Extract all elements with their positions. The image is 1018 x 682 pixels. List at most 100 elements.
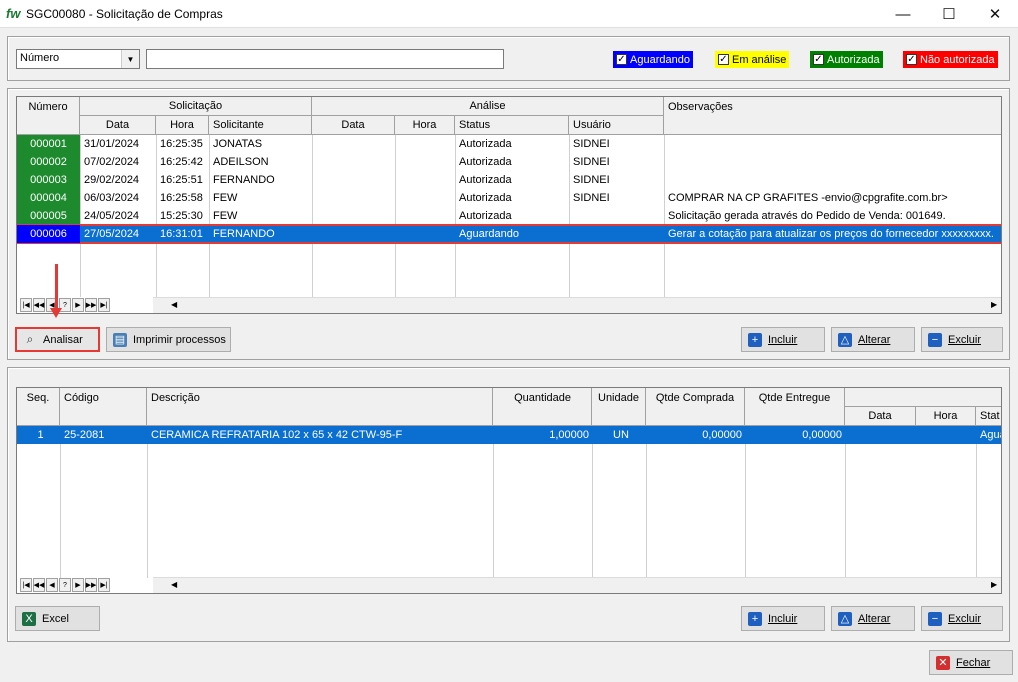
cell-date: 07/02/2024: [84, 156, 140, 168]
cell-status: Aguardando: [459, 228, 519, 240]
col-header-unit[interactable]: Unidade: [592, 388, 646, 426]
table-row[interactable]: 1 25-2081 CERAMICA REFRATARIA 102 x 65 x 4…: [17, 426, 1001, 444]
cell-a_date: [312, 225, 395, 243]
cell-unit: UN: [613, 429, 629, 441]
cell-a_date: [312, 153, 395, 171]
add-item-button[interactable]: + Incluir: [741, 606, 825, 631]
col-header-description[interactable]: Descrição: [147, 388, 493, 426]
edit-item-button[interactable]: △ Alterar: [831, 606, 915, 631]
checkbox-icon[interactable]: ✓: [616, 54, 627, 65]
cell-a_time: [395, 225, 455, 243]
nav-next-page-button[interactable]: ▶▶: [85, 298, 97, 312]
nav-prev-page-button[interactable]: ◀◀: [33, 298, 45, 312]
col-header-user[interactable]: Usuário: [569, 116, 664, 135]
edit-request-button[interactable]: △ Alterar: [831, 327, 915, 352]
table-row[interactable]: 000001 31/01/2024 16:25:35 JONATAS Autorizad…: [17, 135, 1001, 153]
cell-time: [916, 426, 976, 444]
cell-requester: JONATAS: [213, 138, 263, 150]
delete-request-label: Excluir: [948, 333, 982, 346]
edit-icon: △: [838, 332, 852, 347]
filter-aguardando[interactable]: ✓ Aguardando: [613, 51, 693, 68]
cell-a_time: [395, 153, 455, 171]
cell-status: Autorizada: [459, 138, 512, 150]
checkbox-icon[interactable]: ✓: [813, 54, 824, 65]
items-hscrollbar[interactable]: ◀ ▶: [153, 577, 1001, 593]
cell-notes: [664, 171, 1001, 189]
col-header-time[interactable]: Hora: [156, 116, 209, 135]
nav-prev-button[interactable]: ◀: [46, 578, 58, 592]
print-processes-button[interactable]: ▤ Imprimir processos: [106, 327, 231, 352]
filter-em-analise[interactable]: ✓ Em análise: [715, 51, 790, 68]
delete-request-button[interactable]: − Excluir: [921, 327, 1003, 352]
plus-icon: +: [748, 332, 762, 347]
nav-first-button[interactable]: |◀: [20, 578, 32, 592]
cell-user: [569, 207, 664, 225]
close-window-button[interactable]: ✕: [972, 0, 1018, 28]
col-header-quantity[interactable]: Quantidade: [493, 388, 592, 426]
col-header-analysis-date[interactable]: Data: [312, 116, 395, 135]
nav-last-button[interactable]: ▶|: [98, 578, 110, 592]
search-input[interactable]: [146, 49, 504, 69]
filter-autorizada[interactable]: ✓ Autorizada: [810, 51, 883, 68]
nav-search-button[interactable]: ?: [59, 578, 71, 592]
excel-button[interactable]: X Excel: [15, 606, 100, 631]
col-header-seq[interactable]: Seq.: [17, 388, 60, 426]
close-button[interactable]: ✕ Fechar: [929, 650, 1013, 675]
cell-requester: FEW: [213, 210, 238, 222]
nav-last-button[interactable]: ▶|: [98, 298, 110, 312]
table-row[interactable]: 000003 29/02/2024 16:25:51 FERNANDO Autoriza…: [17, 171, 1001, 189]
minimize-button[interactable]: —: [880, 0, 926, 28]
cell-user: SIDNEI: [573, 192, 610, 204]
cell-num: 000002: [17, 153, 80, 171]
scroll-right-icon[interactable]: ▶: [991, 300, 997, 309]
cell-requester: FEW: [213, 192, 238, 204]
col-header-number[interactable]: Número: [17, 97, 80, 135]
requests-hscrollbar[interactable]: ◀ ▶: [153, 297, 1001, 313]
add-request-button[interactable]: + Incluir: [741, 327, 825, 352]
cell-a_date: [312, 189, 395, 207]
nav-first-button[interactable]: |◀: [20, 298, 32, 312]
col-header-item-date[interactable]: Data: [845, 407, 916, 426]
filter-autorizada-label: Autorizada: [827, 53, 880, 66]
cell-status: Autorizada: [459, 210, 512, 222]
col-header-item-time[interactable]: Hora: [916, 407, 976, 426]
nav-next-button[interactable]: ▶: [72, 578, 84, 592]
col-header-analysis-time[interactable]: Hora: [395, 116, 455, 135]
cell-a_date: [312, 171, 395, 189]
scroll-right-icon[interactable]: ▶: [991, 580, 997, 589]
cell-date: 27/05/2024: [84, 228, 140, 240]
excel-label: Excel: [42, 612, 69, 625]
cell-user: SIDNEI: [573, 138, 610, 150]
delete-item-button[interactable]: − Excluir: [921, 606, 1003, 631]
col-header-notes[interactable]: Observações: [664, 97, 1001, 135]
col-header-qty-bought[interactable]: Qtde Comprada: [646, 388, 745, 426]
nav-next-button[interactable]: ▶: [72, 298, 84, 312]
col-header-code[interactable]: Código: [60, 388, 147, 426]
nav-prev-page-button[interactable]: ◀◀: [33, 578, 45, 592]
col-header-qty-delivered[interactable]: Qtde Entregue: [745, 388, 845, 426]
col-header-requester[interactable]: Solicitante: [209, 116, 312, 135]
col-header-status[interactable]: Status: [455, 116, 569, 135]
col-header-date[interactable]: Data: [80, 116, 156, 135]
checkbox-icon[interactable]: ✓: [718, 54, 729, 65]
analyze-button[interactable]: ⌕ Analisar: [15, 327, 100, 352]
chevron-down-icon[interactable]: ▼: [121, 50, 139, 68]
table-row[interactable]: 000005 24/05/2024 15:25:30 FEW Autorizada Sol…: [17, 207, 1001, 225]
checkbox-icon[interactable]: ✓: [906, 54, 917, 65]
cell-notes: [664, 153, 1001, 171]
search-field-value: Número: [20, 52, 60, 64]
filter-nao-autorizada[interactable]: ✓ Não autorizada: [903, 51, 998, 68]
cell-qty_bought: 0,00000: [702, 429, 742, 441]
table-row[interactable]: 000004 06/03/2024 16:25:58 FEW Autorizada SID…: [17, 189, 1001, 207]
col-header-item-status[interactable]: Stat: [976, 407, 1001, 426]
maximize-button[interactable]: ☐: [926, 0, 972, 28]
scroll-left-icon[interactable]: ◀: [171, 580, 177, 589]
col-group-delivery: [845, 388, 1001, 407]
search-field-select[interactable]: Número ▼: [16, 49, 140, 69]
minus-icon: −: [928, 332, 942, 347]
table-row[interactable]: 000002 07/02/2024 16:25:42 ADEILSON Autoriza…: [17, 153, 1001, 171]
nav-next-page-button[interactable]: ▶▶: [85, 578, 97, 592]
annotation-arrow-head: [50, 308, 62, 318]
table-row[interactable]: 000006 27/05/2024 16:31:01 FERNANDO Aguardan…: [17, 224, 1001, 244]
scroll-left-icon[interactable]: ◀: [171, 300, 177, 309]
